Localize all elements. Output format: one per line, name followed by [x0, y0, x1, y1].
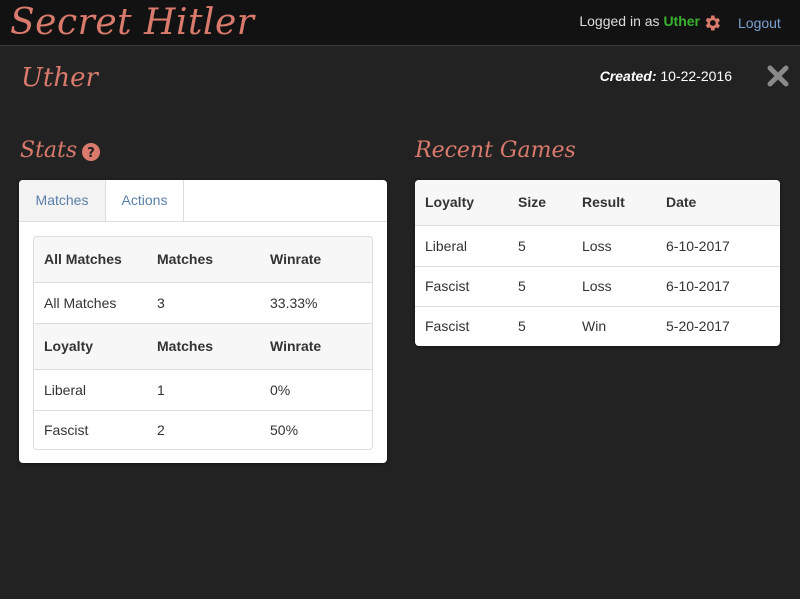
cell: Win — [582, 318, 607, 334]
header-cell: Result — [582, 194, 625, 210]
cell: Liberal — [44, 382, 87, 398]
top-navbar: Secret Hitler Logged in as Uther Logout — [0, 0, 800, 46]
stats-panel: Matches Actions All Matches Matches Winr… — [19, 180, 387, 463]
login-status: Logged in as Uther — [579, 13, 700, 29]
brand-logo[interactable]: Secret Hitler — [10, 0, 254, 46]
cell: Fascist — [44, 422, 89, 438]
login-prefix: Logged in as — [579, 13, 660, 29]
header-cell: Matches — [157, 338, 214, 354]
table-row[interactable]: Liberal 5 Loss 6-10-2017 — [415, 226, 780, 267]
stats-title: Stats — [20, 138, 78, 163]
cell: 6-10-2017 — [666, 278, 730, 294]
table-header-row: All Matches Matches Winrate — [34, 237, 372, 283]
profile-name: Uther — [21, 63, 98, 93]
cell: Fascist — [425, 318, 470, 334]
stats-table: All Matches Matches Winrate All Matches … — [33, 236, 373, 450]
help-icon[interactable]: ? — [81, 142, 101, 162]
stats-tabs: Matches Actions — [19, 180, 387, 222]
cell: 6-10-2017 — [666, 238, 730, 254]
svg-text:?: ? — [87, 146, 95, 161]
header-cell: Loyalty — [425, 194, 475, 210]
cell: 3 — [157, 295, 165, 311]
created-date: Created: 10-22-2016 — [600, 68, 732, 84]
table-row: Fascist 2 50% — [34, 410, 372, 449]
recent-games-title: Recent Games — [415, 138, 576, 163]
cell: All Matches — [44, 295, 117, 311]
tab-matches[interactable]: Matches — [19, 180, 106, 221]
gear-icon[interactable] — [702, 13, 722, 33]
cell: 1 — [157, 382, 165, 398]
tab-actions[interactable]: Actions — [106, 180, 184, 221]
close-icon[interactable] — [766, 64, 790, 88]
cell: 5 — [518, 278, 526, 294]
header-cell: Date — [666, 194, 697, 210]
cell: 0% — [270, 382, 291, 398]
cell: 33.33% — [270, 295, 318, 311]
cell: Loss — [582, 238, 612, 254]
table-row: All Matches 3 33.33% — [34, 283, 372, 324]
table-row[interactable]: Fascist 5 Loss 6-10-2017 — [415, 266, 780, 307]
table-header-row: Loyalty Size Result Date — [415, 180, 780, 226]
recent-games-table: Loyalty Size Result Date Liberal 5 Loss … — [415, 180, 780, 346]
cell: 5 — [518, 238, 526, 254]
cell: Fascist — [425, 278, 470, 294]
header-cell: Matches — [157, 251, 214, 267]
table-row[interactable]: Fascist 5 Win 5-20-2017 — [415, 306, 780, 346]
cell: 50% — [270, 422, 299, 438]
created-label: Created: — [599, 68, 657, 84]
header-cell: Winrate — [270, 251, 322, 267]
username-link[interactable]: Uther — [663, 13, 700, 29]
cell: 2 — [157, 422, 165, 438]
cell: 5 — [518, 318, 526, 334]
header-cell: All Matches — [44, 251, 122, 267]
created-value: 10-22-2016 — [660, 68, 732, 84]
cell: 5-20-2017 — [666, 318, 730, 334]
header-cell: Size — [518, 194, 547, 210]
header-cell: Loyalty — [44, 338, 94, 354]
cell: Liberal — [425, 238, 468, 254]
table-header-row: Loyalty Matches Winrate — [34, 324, 372, 370]
logout-link[interactable]: Logout — [738, 15, 781, 31]
cell: Loss — [582, 278, 612, 294]
header-cell: Winrate — [270, 338, 322, 354]
table-row: Liberal 1 0% — [34, 370, 372, 411]
